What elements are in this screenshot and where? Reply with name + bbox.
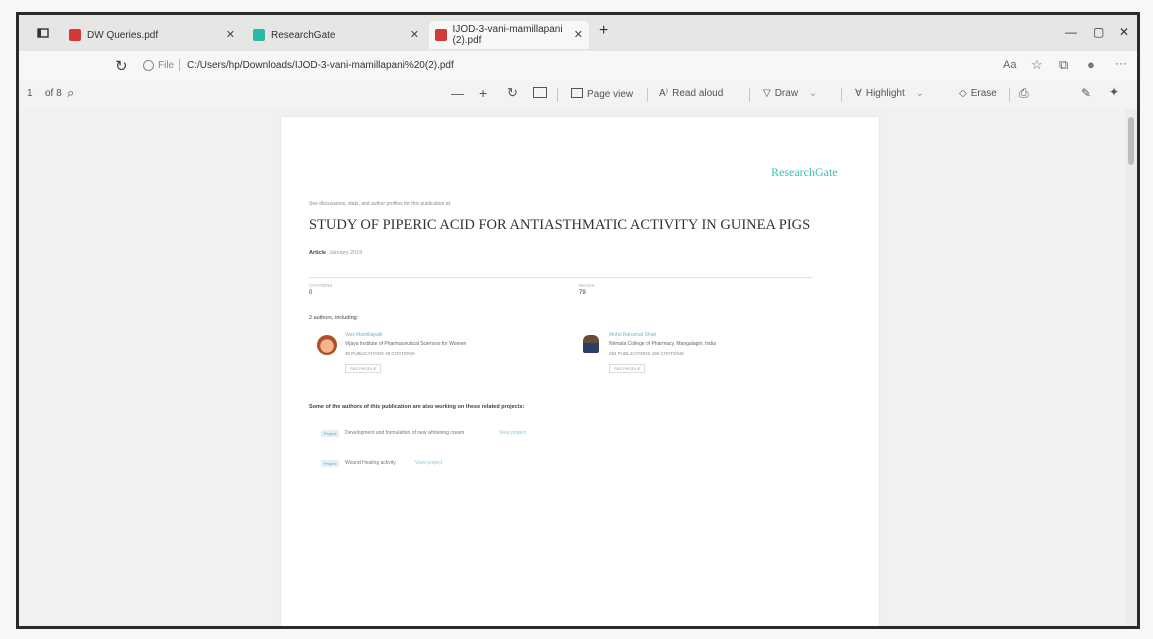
pdf-viewer: ResearchGate See discussions, stats, and… bbox=[19, 109, 1137, 626]
fit-page-icon[interactable] bbox=[533, 87, 547, 98]
scrollbar-thumb[interactable] bbox=[1128, 117, 1134, 165]
tab-label: ResearchGate bbox=[271, 29, 336, 41]
citations-label: CITATIONS bbox=[309, 283, 333, 288]
author-stats: 284 PUBLICATIONS 186 CITATIONS bbox=[609, 351, 684, 356]
collections-icon[interactable]: ⧉ bbox=[1059, 57, 1068, 73]
erase-label: Erase bbox=[970, 88, 997, 99]
project-title: Wound Healing activity bbox=[345, 460, 396, 466]
read-mode-icon[interactable]: Aa bbox=[1003, 59, 1016, 71]
related-projects-heading: Some of the authors of this publication … bbox=[309, 404, 525, 410]
rotate-icon[interactable]: ↻ bbox=[507, 85, 518, 101]
browser-window: DW Queries.pdf ✕ ResearchGate ✕ IJOD-3-v… bbox=[16, 12, 1140, 629]
toolbar-divider bbox=[841, 88, 842, 102]
see-profile-button[interactable]: SEE PROFILE bbox=[345, 364, 382, 373]
toolbar-divider bbox=[749, 88, 750, 102]
close-window-button[interactable]: ✕ bbox=[1119, 25, 1129, 39]
header-note: See discussions, stats, and author profi… bbox=[309, 201, 452, 207]
search-icon[interactable]: ⌕ bbox=[67, 85, 74, 101]
avatar bbox=[583, 335, 599, 353]
read-aloud-label: Read aloud bbox=[672, 88, 724, 99]
pdf-page: ResearchGate See discussions, stats, and… bbox=[281, 117, 879, 626]
favorite-icon[interactable]: ☆ bbox=[1031, 57, 1043, 73]
view-project-link[interactable]: View project bbox=[415, 460, 442, 466]
draw-icon: ▽ bbox=[763, 88, 771, 99]
page-view-icon bbox=[571, 88, 583, 98]
citations-value: 0 bbox=[309, 290, 313, 296]
page-view-button[interactable]: Page view bbox=[571, 88, 633, 100]
tab-bar: DW Queries.pdf ✕ ResearchGate ✕ IJOD-3-v… bbox=[19, 15, 1137, 51]
refresh-icon[interactable]: ↻ bbox=[115, 57, 128, 75]
erase-button[interactable]: ◇ Erase bbox=[959, 88, 997, 99]
highlight-label: Highlight bbox=[865, 88, 905, 99]
stats-divider bbox=[309, 277, 813, 278]
reads-value: 79 bbox=[579, 290, 586, 296]
tab-label: DW Queries.pdf bbox=[87, 29, 159, 41]
researchgate-logo: ResearchGate bbox=[771, 165, 838, 179]
draw-button[interactable]: ▽ Draw ⌄ bbox=[763, 88, 817, 99]
print-icon[interactable]: ⎙ bbox=[1019, 86, 1029, 101]
paper-title: STUDY OF PIPERIC ACID FOR ANTIASTHMATIC … bbox=[309, 217, 811, 233]
minimize-button[interactable]: — bbox=[1065, 25, 1077, 39]
close-icon[interactable]: ✕ bbox=[226, 28, 235, 41]
close-icon[interactable]: ✕ bbox=[410, 28, 419, 41]
close-icon[interactable]: ✕ bbox=[574, 28, 583, 41]
author-name[interactable]: Mohd Rahamat Shah bbox=[609, 332, 656, 338]
view-project-link[interactable]: View project bbox=[499, 430, 526, 436]
author-affiliation: Nirmala College of Pharmacy, Mangalagiri… bbox=[609, 341, 716, 347]
toolbar-divider bbox=[1009, 88, 1010, 102]
page-total: of 8 bbox=[45, 88, 62, 99]
eraser-icon: ◇ bbox=[959, 88, 967, 99]
page-view-label: Page view bbox=[587, 89, 634, 100]
pdf-icon bbox=[69, 29, 81, 41]
zoom-out-button[interactable]: — bbox=[451, 86, 464, 101]
avatar bbox=[317, 335, 337, 355]
read-aloud-button[interactable]: A⁾ Read aloud bbox=[659, 88, 723, 99]
profile-icon[interactable]: ● bbox=[1087, 57, 1095, 72]
scrollbar[interactable] bbox=[1125, 109, 1137, 626]
pin-icon[interactable]: ✦ bbox=[1109, 85, 1119, 99]
tab-actions-icon[interactable] bbox=[37, 27, 49, 39]
author-affiliation: Vijaya Institute of Pharmaceutical Scien… bbox=[345, 341, 467, 347]
new-tab-button[interactable]: + bbox=[599, 22, 608, 40]
authors-heading: 2 authors, including: bbox=[309, 315, 359, 321]
tab-dw-queries[interactable]: DW Queries.pdf ✕ bbox=[63, 21, 241, 49]
address-divider bbox=[179, 59, 180, 71]
highlight-button[interactable]: ∀ Highlight ⌄ bbox=[855, 88, 924, 99]
toolbar-divider bbox=[647, 88, 648, 102]
zoom-in-button[interactable]: + bbox=[479, 85, 487, 101]
chevron-down-icon[interactable]: ⌄ bbox=[809, 88, 817, 99]
maximize-button[interactable]: ▢ bbox=[1093, 25, 1104, 39]
pdf-toolbar: 1 of 8 ⌕ — + ↻ Page view A⁾ Read aloud ▽ D… bbox=[19, 81, 1137, 110]
reads-label: READS bbox=[579, 283, 595, 288]
highlight-icon: ∀ bbox=[855, 88, 862, 99]
project-title: Development and formulation of new white… bbox=[345, 430, 465, 436]
info-icon[interactable] bbox=[143, 60, 154, 71]
project-tag: Project bbox=[321, 430, 340, 437]
researchgate-icon bbox=[253, 29, 265, 41]
chevron-down-icon[interactable]: ⌄ bbox=[916, 88, 924, 99]
read-aloud-icon: A⁾ bbox=[659, 88, 669, 99]
project-tag: Project bbox=[321, 460, 340, 467]
draw-label: Draw bbox=[774, 88, 799, 99]
see-profile-button[interactable]: SEE PROFILE bbox=[609, 364, 646, 373]
address-bar: ↻ File C:/Users/hp/Downloads/IJOD-3-vani… bbox=[19, 51, 1137, 81]
tab-label: IJOD-3-vani-mamillapani (2).pdf bbox=[452, 24, 563, 46]
article-date: January 2019 bbox=[329, 250, 363, 256]
article-label: Article bbox=[309, 250, 327, 256]
url-field[interactable]: C:/Users/hp/Downloads/IJOD-3-vani-mamill… bbox=[187, 60, 454, 71]
author-name[interactable]: Vani Mamillapalli bbox=[345, 332, 382, 338]
toolbar-divider bbox=[557, 88, 558, 102]
save-icon[interactable]: ✎ bbox=[1081, 86, 1091, 100]
address-prefix: File bbox=[158, 60, 175, 71]
page-number-input[interactable]: 1 bbox=[27, 88, 33, 99]
tab-ijod-pdf[interactable]: IJOD-3-vani-mamillapani (2).pdf ✕ bbox=[429, 21, 589, 49]
more-icon[interactable]: ··· bbox=[1115, 56, 1127, 70]
pdf-icon bbox=[435, 29, 447, 41]
tab-researchgate[interactable]: ResearchGate ✕ bbox=[247, 21, 425, 49]
author-stats: 36 PUBLICATIONS 28 CITATIONS bbox=[345, 351, 415, 356]
